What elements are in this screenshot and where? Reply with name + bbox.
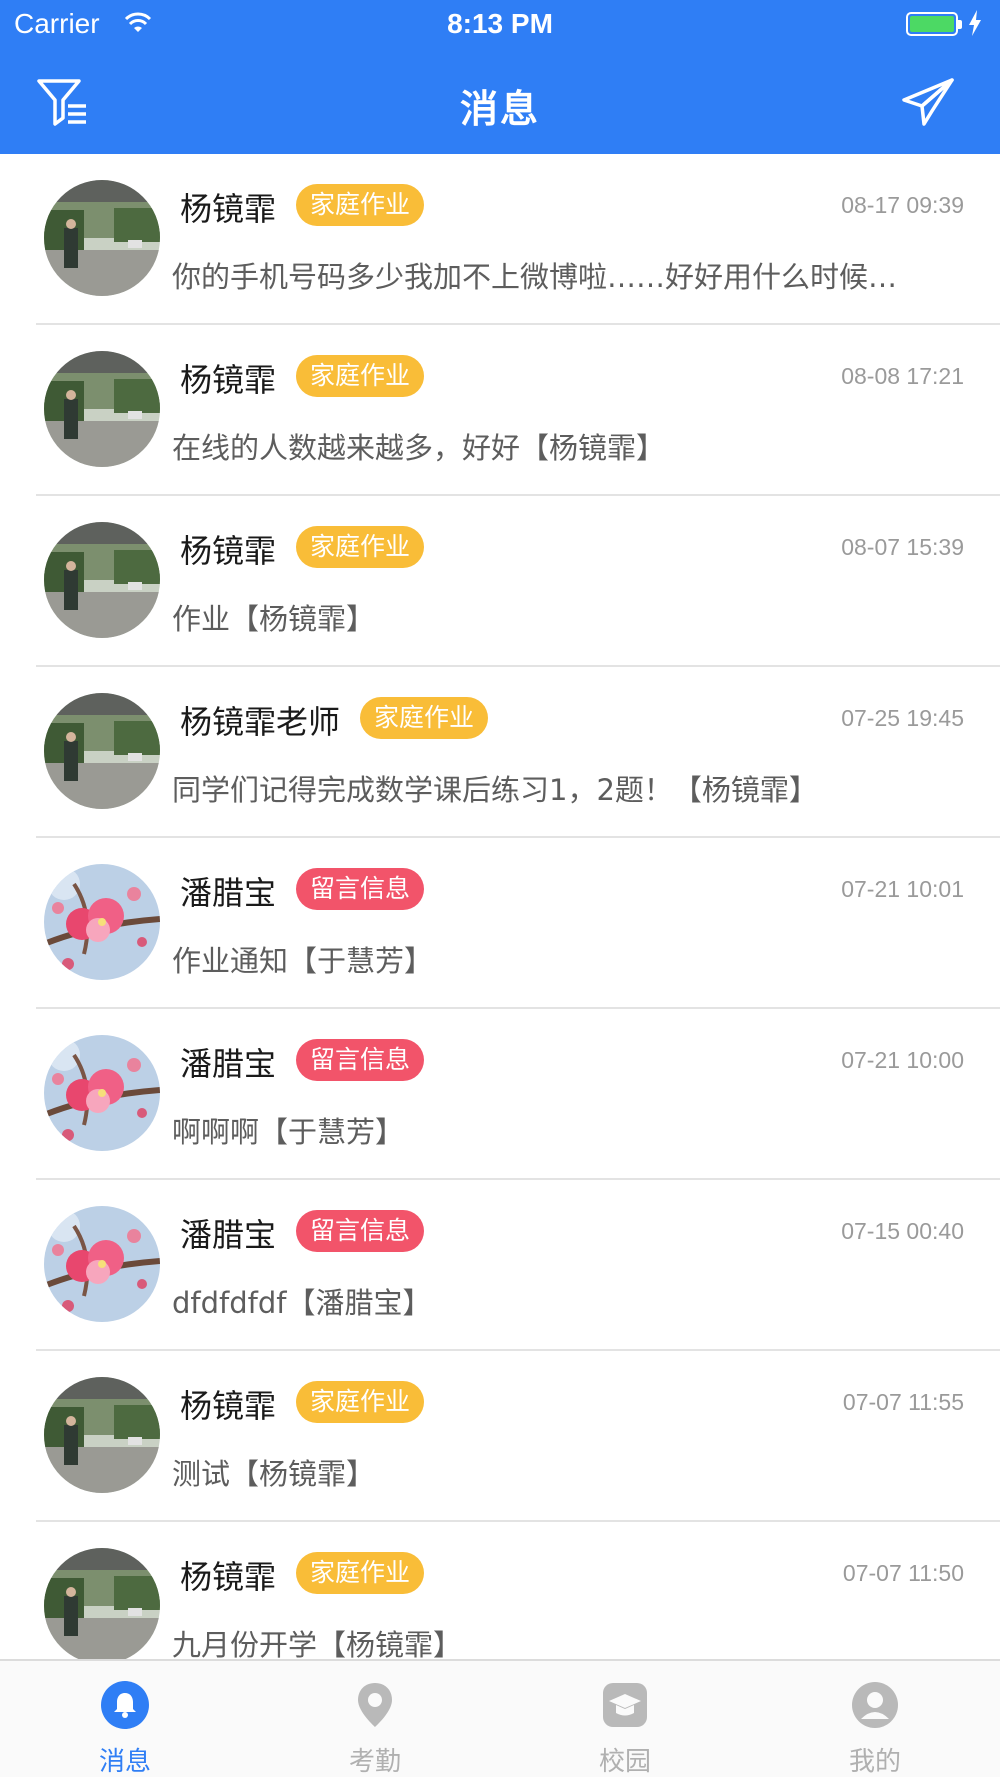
tab-profile[interactable]: 我的 [750,1661,1000,1779]
avatar[interactable] [44,180,160,296]
message-preview: 你的手机号码多少我加不上微博啦……好好用什么时候… [172,260,898,294]
tab-label: 我的 [848,1747,901,1777]
message-preview: 作业通知【于慧芳】 [172,944,434,978]
message-time: 07-25 19:45 [841,705,964,731]
message-preview: dfdfdfdf【潘腊宝】 [172,1286,432,1320]
sender-name: 杨镜霏 [180,190,277,228]
page-title: 消息 [459,87,540,131]
category-badge: 家庭作业 [296,1552,425,1594]
message-list[interactable]: 杨镜霏 家庭作业 08-17 09:39 你的手机号码多少我加不上微博啦……好好用什么… [0,154,1000,1659]
message-preview: 啊啊啊【于慧芳】 [172,1115,405,1149]
message-preview: 在线的人数越来越多，好好【杨镜霏】 [172,431,666,465]
category-badge: 家庭作业 [296,1381,425,1423]
user-icon [851,1681,899,1729]
message-time: 07-07 11:50 [842,1560,964,1586]
message-preview: 测试【杨镜霏】 [172,1457,376,1491]
graduation-cap-icon [601,1681,649,1729]
message-row[interactable]: 杨镜霏 家庭作业 08-08 17:21 在线的人数越来越多，好好【杨镜霏】 [0,325,1000,496]
message-time: 08-07 15:39 [841,534,964,560]
message-time: 07-21 10:00 [841,1047,964,1073]
tab-label: 考勤 [348,1747,401,1777]
category-badge: 留言信息 [296,1210,425,1252]
paper-plane-icon [902,78,954,126]
message-time: 08-17 09:39 [841,192,964,218]
avatar[interactable] [44,864,160,980]
location-pin-icon [351,1681,399,1729]
message-time: 07-21 10:01 [841,876,964,902]
avatar[interactable] [44,1377,160,1493]
message-preview: 作业【杨镜霏】 [172,602,376,636]
message-preview: 九月份开学【杨镜霏】 [172,1628,463,1659]
tab-messages[interactable]: 消息 [0,1661,250,1779]
tab-attendance[interactable]: 考勤 [250,1661,500,1779]
category-badge: 家庭作业 [296,526,425,568]
avatar[interactable] [44,1548,160,1659]
avatar[interactable] [44,522,160,638]
message-preview: 同学们记得完成数学课后练习1，2题！【杨镜霏】 [172,773,818,807]
tab-campus[interactable]: 校园 [500,1661,750,1779]
status-time: 8:13 PM [447,8,553,39]
message-row[interactable]: 杨镜霏 家庭作业 08-07 15:39 作业【杨镜霏】 [0,496,1000,667]
tab-label: 消息 [98,1747,151,1777]
avatar[interactable] [44,351,160,467]
category-badge: 留言信息 [296,1039,425,1081]
message-time: 07-07 11:55 [842,1389,964,1415]
category-badge: 家庭作业 [360,697,489,739]
status-bar: Carrier 8:13 PM [0,0,1000,50]
sender-name: 潘腊宝 [180,1216,277,1254]
message-time: 08-08 17:21 [841,363,964,389]
category-badge: 家庭作业 [296,355,425,397]
message-row[interactable]: 杨镜霏 家庭作业 07-07 11:55 测试【杨镜霏】 [0,1351,1000,1522]
tab-bar: 消息 考勤 校园 我的 [0,1659,1000,1777]
app-header: Carrier 8:13 PM 消息 [0,0,1000,154]
category-badge: 留言信息 [296,868,425,910]
message-row[interactable]: 杨镜霏 家庭作业 08-17 09:39 你的手机号码多少我加不上微博啦……好好用什么… [0,154,1000,325]
avatar[interactable] [44,1206,160,1322]
message-row[interactable]: 杨镜霏 家庭作业 07-07 11:50 九月份开学【杨镜霏】 [0,1522,1000,1659]
sender-name: 潘腊宝 [180,1045,277,1083]
bell-icon [101,1681,149,1729]
sender-name: 杨镜霏老师 [180,703,341,741]
message-row[interactable]: 潘腊宝 留言信息 07-21 10:01 作业通知【于慧芳】 [0,838,1000,1009]
avatar[interactable] [44,693,160,809]
message-time: 07-15 00:40 [841,1218,964,1244]
tab-label: 校园 [598,1747,651,1777]
battery-icon [906,12,958,36]
sender-name: 杨镜霏 [180,532,277,570]
avatar[interactable] [44,1035,160,1151]
category-badge: 家庭作业 [296,184,425,226]
message-row[interactable]: 潘腊宝 留言信息 07-15 00:40 dfdfdfdf【潘腊宝】 [0,1180,1000,1351]
sender-name: 杨镜霏 [180,1558,277,1596]
charging-bolt-icon [969,10,981,36]
message-row[interactable]: 杨镜霏老师 家庭作业 07-25 19:45 同学们记得完成数学课后练习1，2题！【杨… [0,667,1000,838]
sender-name: 潘腊宝 [180,874,277,912]
sender-name: 杨镜霏 [180,361,277,399]
sender-name: 杨镜霏 [180,1387,277,1425]
compose-button[interactable] [900,76,956,128]
message-row[interactable]: 潘腊宝 留言信息 07-21 10:00 啊啊啊【于慧芳】 [0,1009,1000,1180]
